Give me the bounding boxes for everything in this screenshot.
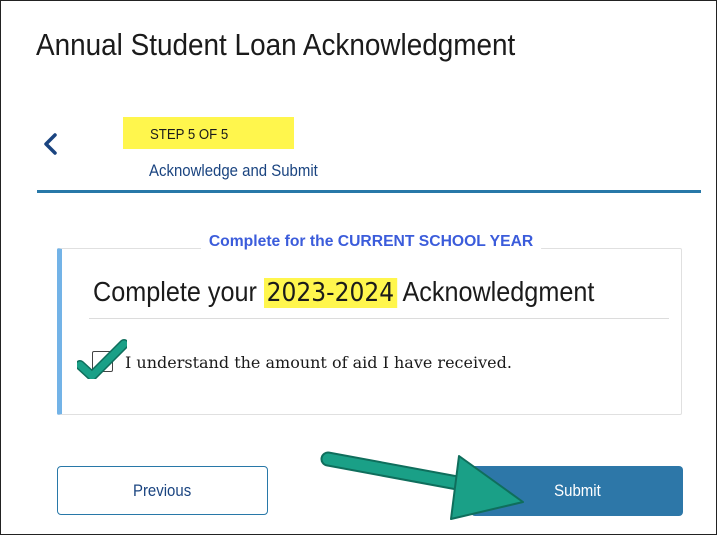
step-indicator: STEP 5 OF 5 — [123, 117, 294, 149]
acknowledge-checkbox-label: I understand the amount of aid I have re… — [125, 353, 512, 372]
card-heading: Complete your 2023-2024 Acknowledgment — [93, 276, 594, 308]
previous-button-label: Previous — [133, 480, 192, 500]
acknowledgment-card — [57, 248, 682, 415]
chevron-left-icon — [44, 133, 57, 155]
page-frame: Annual Student Loan Acknowledgment STEP … — [0, 0, 717, 535]
heading-prefix: Complete your — [93, 276, 264, 307]
step-count-label: STEP 5 OF 5 — [150, 126, 229, 143]
annotation-arrow-icon — [320, 451, 524, 520]
step-title: Acknowledge and Submit — [149, 161, 318, 180]
checkmark-icon — [77, 339, 127, 379]
card-divider — [89, 318, 669, 319]
school-year-note: Complete for the CURRENT SCHOOL YEAR — [201, 233, 542, 251]
back-button[interactable] — [35, 127, 65, 161]
heading-suffix: Acknowledgment — [396, 276, 595, 307]
previous-button[interactable]: Previous — [57, 466, 268, 515]
school-year-highlight: 2023-2024 — [263, 278, 397, 308]
page-title: Annual Student Loan Acknowledgment — [36, 27, 516, 62]
step-divider — [37, 190, 701, 193]
